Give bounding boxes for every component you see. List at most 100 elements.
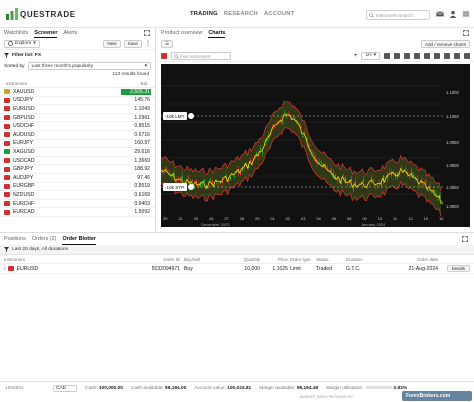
price-chart[interactable]: -10k LMT -10k STP 1.1000 1.1050 1.0950 1.0900… <box>161 64 470 227</box>
list-item[interactable]: USDCAD 1.3669 <box>0 157 155 166</box>
row-duration: G.T.C. <box>346 265 361 272</box>
list-item[interactable]: EURJPY 160.97 <box>0 140 155 149</box>
candle <box>217 183 219 185</box>
link-icon[interactable] <box>434 52 440 59</box>
col-status[interactable]: Status <box>316 257 346 262</box>
tab-alerts[interactable]: Alerts <box>63 30 77 38</box>
brand-logo[interactable]: QUESTRADE <box>6 5 75 23</box>
menu-icon[interactable] <box>462 10 470 18</box>
expand-icon[interactable] <box>462 236 468 242</box>
tab-product-overview[interactable]: Product overview <box>161 30 202 38</box>
sort-dropdown[interactable]: Last three month's popularity ▾ <box>27 62 151 70</box>
col-order-date[interactable]: Order date <box>394 257 438 262</box>
details-button[interactable]: Details <box>446 265 470 272</box>
currency-select[interactable]: CAD <box>53 384 77 392</box>
cash-available-label: Cash available: <box>130 385 164 391</box>
list-item[interactable]: AUDUSD 0.6716 <box>0 131 155 140</box>
list-item[interactable]: XAUUSD 2,505.31 <box>0 88 155 97</box>
list-item[interactable]: EURGBP 0.8519 <box>0 183 155 192</box>
table-row[interactable]: › EURUSD 5032094971 Buy 10,000 1.1025 Li… <box>0 264 474 274</box>
candle <box>423 183 425 186</box>
expand-icon[interactable] <box>144 30 150 36</box>
nav-account[interactable]: ACCOUNT <box>264 11 294 17</box>
tab-orders[interactable]: Orders (2) <box>32 236 57 245</box>
chart-menu-button[interactable]: ☰ <box>161 40 174 48</box>
timeframe-dropdown[interactable]: 1H ▾ <box>361 51 380 60</box>
blotter-header: Instrument Order ID Buy/Sell Quantity Pr… <box>0 255 474 264</box>
candlestick-chart[interactable]: -10k LMT -10k STP 1.1000 1.1050 1.0950 1.0900… <box>161 64 470 227</box>
list-item[interactable]: USDJPY 145.76 <box>0 97 155 106</box>
save-button[interactable]: Save <box>123 39 142 48</box>
col-bid[interactable]: Bid <box>141 81 147 86</box>
fx-flag-icon <box>4 201 10 207</box>
compare-icon[interactable] <box>414 52 420 59</box>
tab-watchlists[interactable]: Watchlists <box>4 30 28 38</box>
list-item[interactable]: EURUSD 1.1043 <box>0 105 155 114</box>
eye-icon[interactable] <box>424 52 430 59</box>
user-icon[interactable] <box>449 10 457 18</box>
chevron-right-icon[interactable]: › <box>4 266 6 272</box>
instrument-symbol: XAGUSD <box>13 148 35 155</box>
nav-research[interactable]: RESEARCH <box>224 11 258 17</box>
instrument-bid: 1.1043 <box>134 105 150 112</box>
questrade-mark-icon <box>6 8 18 20</box>
instrument-symbol: USDJPY <box>13 97 34 104</box>
settings-icon[interactable] <box>454 52 460 59</box>
row-order-id: 5032094971 <box>151 265 180 272</box>
candle <box>175 180 177 184</box>
col-price[interactable]: Price <box>262 257 290 262</box>
instrument-search-input[interactable]: Instrument search <box>366 10 430 20</box>
account-number[interactable]: 1960804 <box>5 386 53 391</box>
instrument-symbol: USDCAD <box>13 157 35 164</box>
camera-icon[interactable] <box>444 52 450 59</box>
list-item[interactable]: NZDUSD 0.6169 <box>0 191 155 200</box>
list-item[interactable]: EURCAD 1.5092 <box>0 208 155 217</box>
col-instrument[interactable]: Instrument <box>4 257 144 262</box>
filter-row[interactable]: Filter list: FX <box>0 50 155 60</box>
tab-screener[interactable]: Screener <box>34 30 58 38</box>
expand-icon[interactable] <box>463 30 469 36</box>
list-item[interactable]: GBPJPY 188.92 <box>0 165 155 174</box>
tab-positions[interactable]: Positions <box>4 236 26 245</box>
candle <box>364 184 367 185</box>
candles-icon[interactable] <box>384 52 390 59</box>
instrument-bid: 0.8519 <box>134 183 150 190</box>
list-item[interactable]: EURCHF 0.9403 <box>0 200 155 209</box>
col-buy-sell[interactable]: Buy/Sell <box>184 257 228 262</box>
candle <box>284 113 286 115</box>
more-icon[interactable]: ⋮ <box>145 40 151 47</box>
mail-icon[interactable] <box>436 10 444 18</box>
brand-name: QUESTRADE <box>20 10 76 19</box>
new-button[interactable]: New <box>103 39 121 48</box>
list-item[interactable]: USDCHF 0.8515 <box>0 122 155 131</box>
add-remove-charts-button[interactable]: Add / remove charts <box>420 40 470 48</box>
draw-icon[interactable] <box>404 52 410 59</box>
col-order-id[interactable]: Order ID <box>144 257 184 262</box>
fx-flag-icon <box>4 89 10 95</box>
list-item[interactable]: XAGUSD 29.616 <box>0 148 155 157</box>
cash-value: 100,000.00 <box>98 385 123 391</box>
plus-icon[interactable]: + <box>354 53 358 59</box>
list-item[interactable]: GBPUSD 1.2961 <box>0 114 155 123</box>
col-instrument[interactable]: Instrument <box>6 81 27 86</box>
fx-flag-icon <box>4 175 10 181</box>
blotter-filter[interactable]: Last 28 days, All durations <box>0 245 474 255</box>
nav-trading[interactable]: TRADING <box>190 11 218 17</box>
explore-dropdown[interactable]: Explore ▾ <box>4 39 40 48</box>
tab-order-blotter[interactable]: Order Blotter <box>62 236 96 245</box>
find-instrument-input[interactable]: Find instrument <box>171 51 231 60</box>
col-order-type[interactable]: Order type <box>290 257 316 262</box>
close-order-icon[interactable] <box>188 113 194 119</box>
chevron-down-icon: ▾ <box>33 41 36 46</box>
list-item[interactable]: AUDJPY 97.46 <box>0 174 155 183</box>
tab-charts[interactable]: Charts <box>208 30 226 38</box>
candle <box>376 185 379 187</box>
col-quantity[interactable]: Quantity <box>228 257 262 262</box>
candle <box>328 169 330 171</box>
indicators-icon[interactable] <box>394 52 400 59</box>
close-order-icon[interactable] <box>188 184 194 190</box>
grid-icon[interactable] <box>464 52 470 59</box>
candle <box>389 172 391 173</box>
col-duration[interactable]: Duration <box>346 257 394 262</box>
blotter-filter-text: Last 28 days, All durations <box>12 247 68 252</box>
